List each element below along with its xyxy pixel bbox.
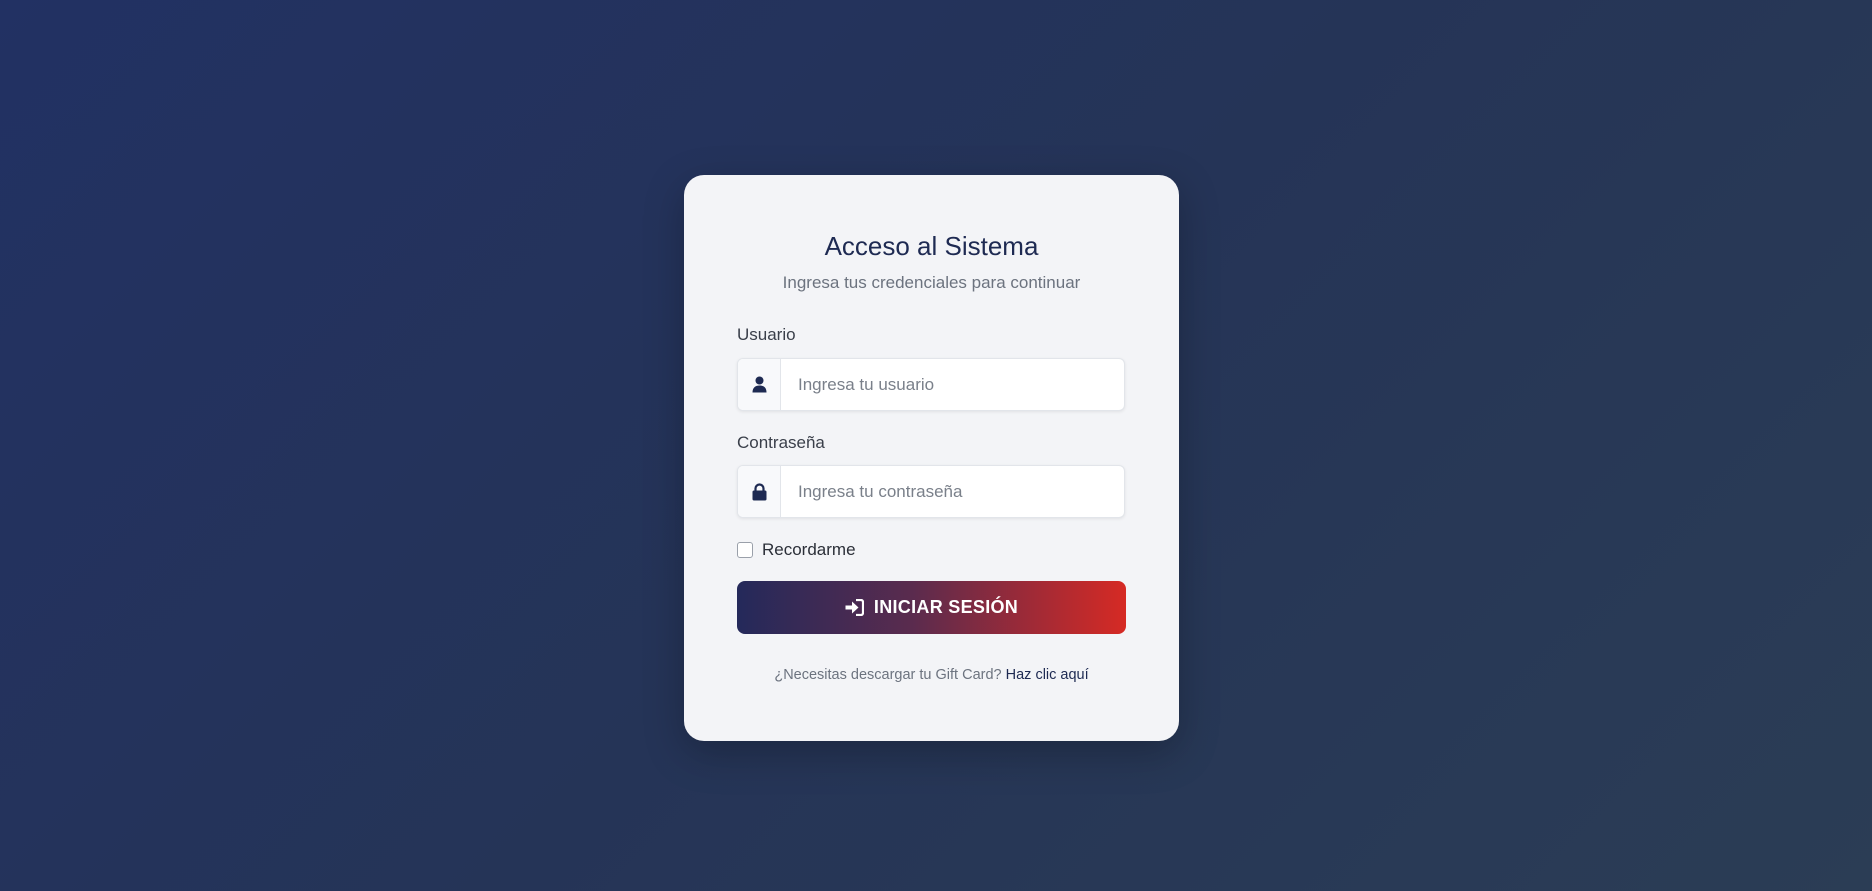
gift-card-footer: ¿Necesitas descargar tu Gift Card? Haz c…: [684, 667, 1179, 683]
username-input-group: [737, 358, 1125, 411]
page-title: Acceso al Sistema: [824, 231, 1039, 261]
remember-me[interactable]: Recordarme: [737, 540, 856, 560]
username-label: Usuario: [737, 325, 796, 344]
login-button-label: INICIAR SESIÓN: [873, 597, 1019, 617]
sign-in-icon: [845, 599, 864, 616]
password-label: Contraseña: [737, 433, 825, 452]
remember-label: Recordarme: [762, 540, 856, 559]
login-button[interactable]: INICIAR SESIÓN: [737, 581, 1126, 634]
remember-checkbox[interactable]: [737, 542, 753, 558]
username-input[interactable]: [781, 359, 1124, 410]
gift-card-link[interactable]: Haz clic aquí: [1006, 667, 1089, 683]
password-input[interactable]: [781, 466, 1124, 517]
lock-icon: [738, 466, 781, 517]
user-icon: [738, 359, 781, 410]
page-subtitle: Ingresa tus credenciales para continuar: [782, 273, 1081, 292]
login-card: Acceso al Sistema Ingresa tus credencial…: [684, 175, 1179, 741]
password-input-group: [737, 465, 1125, 518]
gift-card-text: ¿Necesitas descargar tu Gift Card?: [774, 667, 1002, 683]
